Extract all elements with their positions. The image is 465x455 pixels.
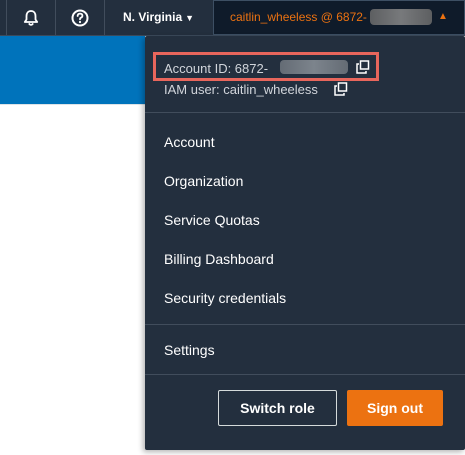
caret-up-icon: ▲: [438, 11, 448, 22]
caret-down-icon: ▼: [185, 13, 195, 23]
copy-iam-user-icon[interactable]: [334, 82, 348, 96]
bell-icon[interactable]: [21, 8, 41, 28]
menu-item-billing-dashboard[interactable]: Billing Dashboard: [164, 251, 274, 267]
menu-divider: [145, 112, 465, 113]
menu-divider: [145, 374, 465, 375]
nav-separator: [6, 0, 7, 35]
nav-separator: [55, 0, 56, 35]
region-label: N. Virginia: [123, 10, 183, 24]
menu-item-service-quotas[interactable]: Service Quotas: [164, 212, 260, 228]
redacted-account-number: [370, 9, 432, 25]
sign-out-button[interactable]: Sign out: [347, 390, 443, 426]
nav-separator: [104, 0, 105, 35]
switch-role-button[interactable]: Switch role: [218, 390, 337, 426]
help-circle-icon[interactable]: [70, 8, 90, 28]
menu-item-security-credentials[interactable]: Security credentials: [164, 290, 286, 306]
menu-item-settings[interactable]: Settings: [164, 342, 215, 358]
iam-user-label: IAM user: caitlin_wheeless: [164, 82, 318, 97]
menu-item-organization[interactable]: Organization: [164, 173, 243, 189]
top-navigation-bar: N. Virginia ▼ caitlin_wheeless @ 6872- ▲: [0, 0, 465, 36]
account-menu-label: caitlin_wheeless @ 6872-: [230, 10, 367, 24]
menu-item-account[interactable]: Account: [164, 134, 215, 150]
account-id-highlight: [153, 52, 379, 81]
account-dropdown-panel: Account ID: 6872- IAM user: caitlin_whee…: [145, 36, 465, 450]
divider: [0, 104, 145, 105]
menu-divider: [145, 324, 465, 325]
page-header-band: [0, 36, 145, 104]
region-selector[interactable]: N. Virginia ▼: [123, 10, 194, 24]
account-menu-trigger[interactable]: caitlin_wheeless @ 6872- ▲: [213, 0, 465, 35]
